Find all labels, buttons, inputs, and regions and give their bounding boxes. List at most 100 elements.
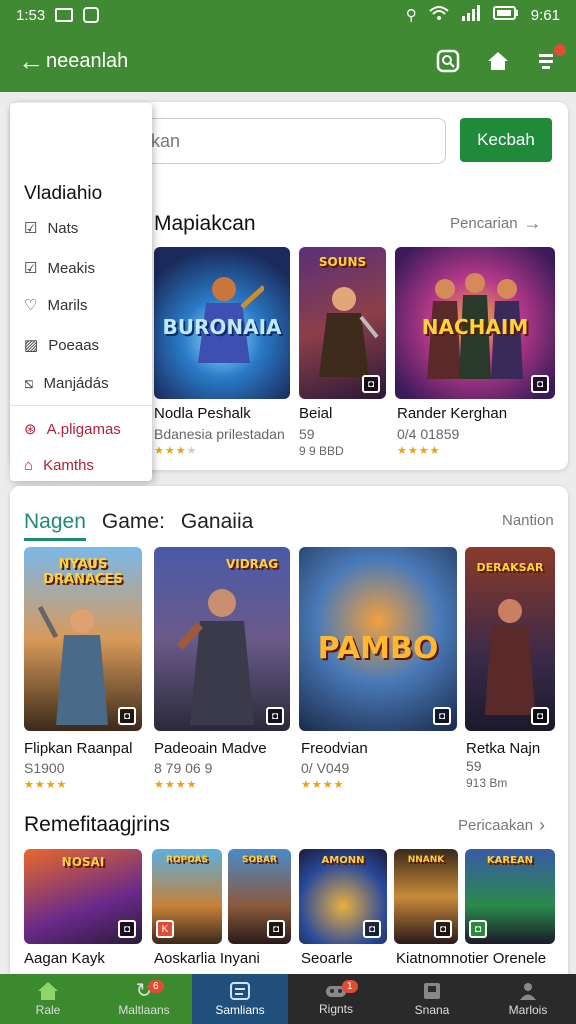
game-logo: DERAKSAR (476, 561, 544, 574)
home-icon: ⌂ (24, 457, 34, 474)
section2-more-link[interactable]: Nantion (502, 512, 554, 529)
game-subtitle-2: 9 9 BBD (299, 444, 344, 458)
menu-item-label: Manjádás (43, 375, 109, 392)
game-subtitle: 0/ V049 (301, 760, 350, 776)
app-bar: ← neeanlah (0, 30, 576, 92)
game-tile[interactable]: SOBAR ◘ (228, 849, 291, 944)
nav-label: Rale (35, 1003, 61, 1017)
status-bar: 1:53 ⚲ 9:61 (0, 0, 576, 30)
battery-icon (492, 6, 519, 24)
game-subtitle: S1900 (24, 760, 65, 776)
category-dropdown-menu: Vladiahio ☑ Nats ☑ Meakis ♡ Marils ▨ Poeaas … (10, 103, 152, 481)
status-time: 1:53 (16, 6, 46, 24)
home-icon[interactable] (486, 50, 510, 72)
game-tile[interactable]: NACHAIM ◘ (395, 247, 555, 399)
menu-item-poeaas[interactable]: ▨ Poeaas (24, 336, 99, 355)
game-tile[interactable]: DERAKSAR ◘ (465, 547, 555, 731)
nfc-icon: ⚲ (405, 7, 417, 24)
platform-badge-icon: ◘ (362, 375, 380, 393)
rating-stars: ★★★★ (154, 779, 198, 791)
rating-stars: ★★★★ (24, 779, 68, 791)
platform-badge-icon: ◘ (469, 920, 487, 938)
menu-item-marils[interactable]: ♡ Marils (24, 296, 87, 315)
compass-icon: ⊛ (24, 421, 37, 438)
game-tile[interactable]: SOUNS ◘ (299, 247, 386, 399)
category-tabs: Nagen Game: Ganaiia (24, 510, 253, 541)
platform-badge-icon: ◘ (434, 920, 452, 938)
game-logo: NYAUS DRANACES (43, 557, 123, 587)
game-subtitle-2: 913 Bm (466, 776, 508, 790)
menu-item-nats[interactable]: ☑ Nats (24, 219, 79, 238)
nav-item-snana[interactable]: Snana (384, 974, 480, 1024)
tab-game[interactable]: Game: (102, 510, 165, 541)
game-tile[interactable]: NNANK ◘ (394, 849, 458, 944)
featured-more-label: Pencarian (450, 215, 518, 232)
game-tile[interactable]: ROPOAS K (152, 849, 222, 944)
nav-item-rignts[interactable]: 1 Rignts (288, 974, 384, 1024)
game-tile[interactable]: KAREAN ◘ (465, 849, 555, 944)
game-tile[interactable]: VIDRAG ◘ (154, 547, 290, 731)
nav-item-samlians[interactable]: Samlians (192, 974, 288, 1024)
game-subtitle: 8 79 06 9 (154, 760, 213, 776)
game-logo: PAMBO (317, 631, 439, 666)
game-logo: NACHAIM (421, 315, 529, 339)
back-arrow-icon[interactable]: ← (18, 46, 44, 77)
game-logo: VIDRAG (225, 557, 279, 571)
game-tile[interactable]: NYAUS DRANACES ◘ (24, 547, 142, 731)
game-name: Aoskarlia Inyani (154, 950, 260, 967)
menu-item-manjadas[interactable]: ⧅ Manjádás (24, 375, 109, 392)
chevron-right-icon: › (539, 815, 546, 835)
platform-badge-icon: ◘ (363, 920, 381, 938)
featured-more-link[interactable]: Pencarian → (450, 213, 542, 234)
game-name: Kiatnomnotier Orenele (396, 950, 547, 967)
menu-item-label: Nats (47, 219, 79, 237)
tab-nagen[interactable]: Nagen (24, 510, 86, 541)
home-icon (38, 982, 58, 1000)
arrow-right-icon: → (523, 213, 542, 233)
menu-item-apligamas[interactable]: ⊛ A.pligamas (24, 420, 121, 439)
game-name: Freodvian (301, 740, 368, 757)
game-tile[interactable]: NOSAI ◘ (24, 849, 142, 944)
nav-label: Maltlaans (118, 1003, 170, 1017)
game-subtitle: 59 (299, 426, 315, 442)
checkbox-icon: ☑ (24, 260, 38, 277)
game-tile[interactable]: BURONAIA (154, 247, 290, 399)
bottom-navigation: Rale ↻ 6 Maltlaans Samlians 1 Rignts Sna… (0, 974, 576, 1024)
section3-title: Remefitaagjrins (24, 813, 170, 836)
wifi-icon (429, 5, 449, 25)
menu-item-label: Meakis (47, 259, 95, 277)
search-icon[interactable] (436, 49, 460, 73)
platform-badge-icon: ◘ (118, 707, 136, 725)
game-tile[interactable]: AMONN ◘ (299, 849, 387, 944)
game-logo: NNANK (407, 855, 445, 865)
menu-divider (10, 405, 152, 406)
game-name: Beial (299, 405, 333, 422)
game-subtitle: 59 (466, 758, 482, 774)
menu-item-label: Kamths (43, 457, 94, 474)
game-name: Retka Najn (466, 740, 541, 757)
nav-item-marlois[interactable]: Marlois (480, 974, 576, 1024)
platform-badge-icon: ◘ (266, 707, 284, 725)
search-button[interactable]: Kecbah (460, 118, 552, 162)
platform-badge-icon: ◘ (531, 707, 549, 725)
slash-box-icon: ⧅ (24, 375, 34, 392)
game-subtitle: Bdanesia prilestadan (154, 426, 285, 442)
section3-more-link[interactable]: Pericaakan › (458, 815, 545, 836)
menu-item-kamths[interactable]: ⌂ Kamths (24, 457, 94, 474)
game-name: Flipkan Raanpal (24, 740, 133, 757)
platform-badge-icon: ◘ (433, 707, 451, 725)
image-notification-icon (55, 8, 74, 22)
notification-badge: 6 (148, 980, 164, 993)
platform-badge-icon: ◘ (267, 920, 285, 938)
menu-item-meakis[interactable]: ☑ Meakis (24, 259, 95, 278)
nav-item-rale[interactable]: Rale (0, 974, 96, 1024)
game-tile[interactable]: PAMBO ◘ (299, 547, 457, 731)
rating-stars: ★★★★ (397, 445, 441, 457)
game-logo: NOSAI (61, 855, 105, 869)
nav-item-maltlaans[interactable]: ↻ 6 Maltlaans (96, 974, 192, 1024)
nav-label: Marlois (508, 1003, 548, 1017)
notification-badge: 1 (342, 980, 358, 993)
notifications-icon[interactable] (536, 44, 566, 72)
tab-ganaiia[interactable]: Ganaiia (181, 510, 253, 541)
game-subtitle: 0/4 01859 (397, 426, 460, 442)
